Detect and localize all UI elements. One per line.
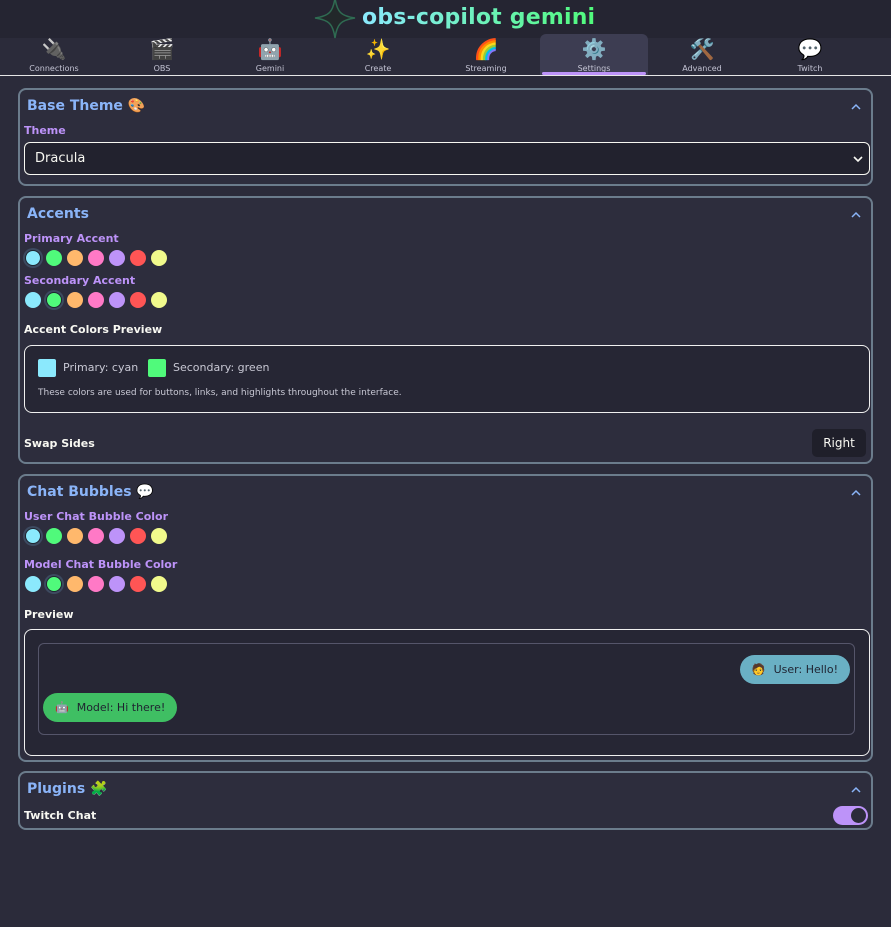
swatch-orange[interactable] [67, 292, 83, 308]
primary-accent-swatches [25, 250, 167, 266]
user-avatar-icon: 🧑 [751, 663, 766, 676]
model-bubble-color-label: Model Chat Bubble Color [24, 558, 178, 571]
swatch-green[interactable] [46, 250, 62, 266]
tab-label: Create [364, 64, 392, 73]
base-theme-title: Base Theme 🎨 [27, 98, 146, 114]
primary-color-text: Primary: cyan [63, 361, 139, 374]
swatch-purple[interactable] [109, 250, 125, 266]
user-chat-bubble: 🧑 User: Hello! [739, 655, 850, 684]
primary-accent-label: Primary Accent [24, 232, 119, 245]
swatch-cyan[interactable] [25, 292, 41, 308]
chevron-up-icon[interactable] [850, 101, 862, 113]
swatch-yellow[interactable] [151, 528, 167, 544]
settings-tab-icon: ⚙️ [581, 37, 607, 61]
accents-card: Accents Primary Accent Secondary Accent … [18, 196, 873, 464]
tab-settings[interactable]: ⚙️ Settings [540, 34, 648, 75]
secondary-color-chip [148, 359, 166, 377]
tab-label: Streaming [465, 64, 507, 73]
accent-preview-box: Primary: cyan Secondary: green These col… [24, 345, 870, 413]
streaming-tab-icon: 🌈 [473, 37, 499, 61]
tab-label: Settings [577, 64, 611, 73]
swap-sides-button[interactable]: Right [812, 429, 866, 457]
tab-create[interactable]: ✨ Create [324, 34, 432, 75]
chat-preview-box: 🧑 User: Hello! 🤖 Model: Hi there! [24, 629, 870, 756]
accents-title: Accents [27, 206, 89, 222]
twitch-chat-toggle[interactable] [833, 806, 868, 825]
swatch-pink[interactable] [88, 250, 104, 266]
primary-color-chip [38, 359, 56, 377]
user-bubble-swatches [25, 528, 167, 544]
swatch-pink[interactable] [88, 576, 104, 592]
base-theme-card: Base Theme 🎨 Theme Dracula [18, 88, 873, 186]
chevron-up-icon[interactable] [850, 209, 862, 221]
swatch-yellow[interactable] [151, 250, 167, 266]
robot-avatar-icon: 🤖 [55, 701, 69, 714]
swatch-cyan[interactable] [25, 250, 41, 266]
swatch-pink[interactable] [88, 528, 104, 544]
swatch-orange[interactable] [67, 250, 83, 266]
create-tab-icon: ✨ [365, 37, 391, 61]
secondary-color-text: Secondary: green [173, 361, 270, 374]
secondary-accent-label: Secondary Accent [24, 274, 136, 287]
accent-preview-heading: Accent Colors Preview [24, 323, 163, 336]
chat-bubbles-card: Chat Bubbles 💬 User Chat Bubble Color Mo… [18, 474, 873, 762]
chat-preview-heading: Preview [24, 608, 74, 621]
swatch-red[interactable] [130, 292, 146, 308]
chevron-down-icon [853, 156, 863, 163]
twitch-tab-icon: 💬 [797, 37, 823, 61]
user-bubble-color-label: User Chat Bubble Color [24, 510, 169, 523]
swatch-green[interactable] [46, 292, 62, 308]
swatch-red[interactable] [130, 528, 146, 544]
advanced-tab-icon: 🛠️ [689, 37, 715, 61]
tab-gemini[interactable]: 🤖 Gemini [216, 34, 324, 75]
connections-tab-icon: 🔌 [41, 37, 67, 61]
tab-connections[interactable]: 🔌 Connections [0, 34, 108, 75]
theme-select-value: Dracula [35, 151, 86, 166]
swatch-yellow[interactable] [151, 576, 167, 592]
tab-label: Connections [29, 64, 79, 73]
swatch-green[interactable] [46, 528, 62, 544]
swatch-red[interactable] [130, 250, 146, 266]
model-bubble-swatches [25, 576, 167, 592]
swatch-cyan[interactable] [25, 528, 41, 544]
header-bar: obs-copilot gemini [0, 0, 891, 39]
tab-streaming[interactable]: 🌈 Streaming [432, 34, 540, 75]
model-bubble-text: Model: Hi there! [76, 701, 166, 714]
chat-bubbles-title: Chat Bubbles 💬 [27, 484, 154, 500]
theme-label: Theme [24, 124, 66, 137]
swatch-purple[interactable] [109, 528, 125, 544]
main-tabs: 🔌 Connections 🎬 OBS 🤖 Gemini ✨ Create 🌈 Streaming… [0, 34, 891, 76]
tab-twitch[interactable]: 💬 Twitch [756, 34, 864, 75]
swap-sides-label: Swap Sides [24, 437, 95, 450]
swatch-red[interactable] [130, 576, 146, 592]
tab-label: Twitch [797, 64, 823, 73]
tab-advanced[interactable]: 🛠️ Advanced [648, 34, 756, 75]
toggle-knob [851, 808, 866, 823]
app-title: obs-copilot gemini [362, 5, 596, 30]
tab-obs[interactable]: 🎬 OBS [108, 34, 216, 75]
swatch-purple[interactable] [109, 292, 125, 308]
twitch-chat-label: Twitch Chat [24, 809, 97, 822]
plugins-title: Plugins 🧩 [27, 781, 108, 797]
secondary-accent-swatches [25, 292, 167, 308]
swatch-pink[interactable] [88, 292, 104, 308]
swatch-yellow[interactable] [151, 292, 167, 308]
chevron-up-icon[interactable] [850, 784, 862, 796]
tab-label: Gemini [255, 64, 285, 73]
swatch-orange[interactable] [67, 528, 83, 544]
swatch-cyan[interactable] [25, 576, 41, 592]
theme-select[interactable]: Dracula [24, 142, 870, 175]
swatch-purple[interactable] [109, 576, 125, 592]
swatch-orange[interactable] [67, 576, 83, 592]
chevron-up-icon[interactable] [850, 487, 862, 499]
tab-label: Advanced [682, 64, 722, 73]
swatch-green[interactable] [46, 576, 62, 592]
tab-label: OBS [153, 64, 171, 73]
user-bubble-text: User: Hello! [773, 663, 838, 676]
obs-tab-icon: 🎬 [149, 37, 175, 61]
gemini-tab-icon: 🤖 [257, 37, 283, 61]
accent-preview-note: These colors are used for buttons, links… [38, 388, 402, 398]
plugins-card: Plugins 🧩 Twitch Chat [18, 771, 873, 830]
model-chat-bubble: 🤖 Model: Hi there! [43, 693, 178, 722]
